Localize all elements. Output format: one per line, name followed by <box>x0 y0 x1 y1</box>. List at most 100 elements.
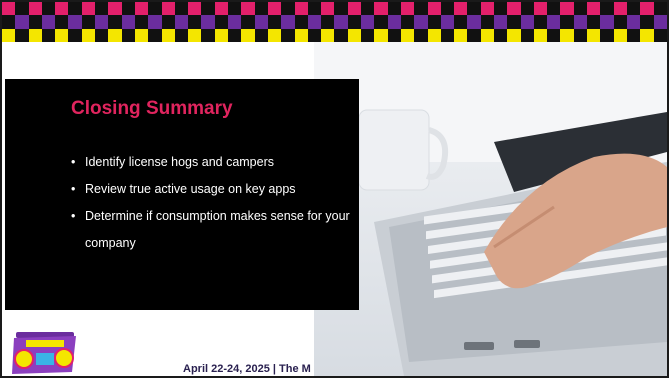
checker-square <box>626 2 641 16</box>
checker-square <box>121 15 135 29</box>
checker-square <box>294 2 308 16</box>
checker-square <box>573 15 588 29</box>
checker-square <box>174 15 189 29</box>
checker-square <box>214 28 229 42</box>
checker-square <box>321 15 335 29</box>
checker-square <box>334 28 348 42</box>
checker-square <box>387 15 401 29</box>
checker-square <box>480 15 494 29</box>
checker-square <box>600 28 614 42</box>
presentation-slide: Closing Summary Identify license hogs an… <box>0 0 669 378</box>
checker-square <box>81 28 96 42</box>
checker-square <box>28 15 42 29</box>
checker-square <box>547 28 561 42</box>
checker-square <box>587 15 601 29</box>
checker-square <box>361 2 375 16</box>
checker-square <box>653 15 667 29</box>
checker-square <box>2 28 16 42</box>
checker-square <box>480 28 494 42</box>
checker-square <box>653 2 667 16</box>
checker-square <box>41 2 56 16</box>
checker-square <box>294 28 308 42</box>
checker-square <box>613 2 627 16</box>
checker-square <box>28 2 42 16</box>
checker-square <box>361 28 375 42</box>
checker-square <box>387 2 401 16</box>
laptop-photo-illustration <box>314 42 667 376</box>
checker-square <box>573 2 588 16</box>
checker-square <box>134 28 149 42</box>
checker-square <box>188 28 202 42</box>
checker-square <box>81 2 96 16</box>
checker-square <box>294 15 308 29</box>
checker-square <box>55 28 69 42</box>
checker-square <box>307 28 322 42</box>
checker-square <box>267 2 282 16</box>
checker-square <box>347 2 362 16</box>
checker-square <box>467 2 481 16</box>
checker-square <box>281 2 295 16</box>
checker-square <box>493 15 508 29</box>
checker-square <box>600 2 614 16</box>
checker-square <box>640 2 654 16</box>
checker-square <box>334 15 348 29</box>
checker-square <box>613 15 627 29</box>
checker-square <box>254 2 268 16</box>
checker-square <box>161 15 175 29</box>
checker-square <box>321 2 335 16</box>
checker-square <box>134 2 149 16</box>
event-date-footer: April 22-24, 2025 | The M <box>183 363 311 375</box>
checker-square <box>108 28 122 42</box>
checker-square <box>454 15 468 29</box>
checker-square <box>108 15 122 29</box>
checker-square <box>201 2 215 16</box>
checker-square <box>134 15 149 29</box>
checker-square <box>68 15 82 29</box>
checker-square <box>228 28 242 42</box>
bullet-item: Identify license hogs and campers <box>71 149 356 176</box>
checker-square <box>454 2 468 16</box>
checker-square <box>347 28 362 42</box>
checker-square <box>95 15 109 29</box>
checker-square <box>174 2 189 16</box>
checker-square <box>374 15 388 29</box>
checker-square <box>228 15 242 29</box>
bullet-item: Determine if consumption makes sense for… <box>71 203 356 257</box>
checker-square <box>520 2 534 16</box>
checker-square <box>653 28 667 42</box>
checker-square <box>28 28 42 42</box>
checker-square <box>427 2 441 16</box>
checker-square <box>15 15 29 29</box>
checker-square <box>427 15 441 29</box>
checker-square <box>241 28 255 42</box>
checker-square <box>95 28 109 42</box>
checker-square <box>307 2 322 16</box>
checker-square <box>281 15 295 29</box>
checker-square <box>400 28 415 42</box>
checker-square <box>547 2 561 16</box>
checker-square <box>533 28 548 42</box>
checker-square <box>467 15 481 29</box>
checker-square <box>387 28 401 42</box>
checker-square <box>533 15 548 29</box>
checker-square <box>361 15 375 29</box>
checker-square <box>440 2 455 16</box>
checker-square <box>95 2 109 16</box>
checker-square <box>547 15 561 29</box>
checker-square <box>520 28 534 42</box>
checker-square <box>148 2 162 16</box>
checker-square <box>414 28 428 42</box>
checker-square <box>640 28 654 42</box>
checker-square <box>201 28 215 42</box>
checker-square <box>267 15 282 29</box>
checker-square <box>55 2 69 16</box>
checker-square <box>560 15 574 29</box>
checker-square <box>440 15 455 29</box>
checker-square <box>121 28 135 42</box>
checkered-header-banner <box>2 2 667 42</box>
checker-square <box>587 28 601 42</box>
checker-square <box>267 28 282 42</box>
checker-square <box>254 28 268 42</box>
checker-square <box>214 2 229 16</box>
summary-bullet-list: Identify license hogs and campers Review… <box>71 149 356 257</box>
